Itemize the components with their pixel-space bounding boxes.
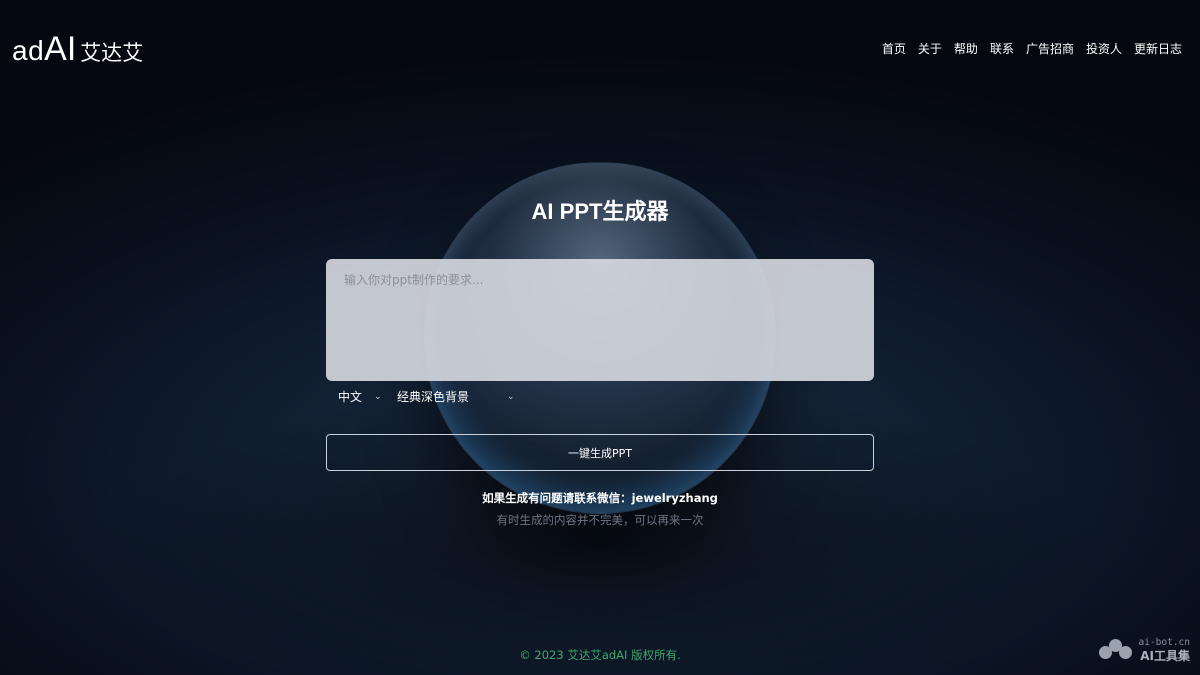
language-select-value: 中文 [338,390,363,404]
watermark-text: ai-bot.cn AI工具集 [1139,638,1190,662]
contact-info: 如果生成有问题请联系微信：jewelryzhang [482,491,718,505]
watermark-url: ai-bot.cn [1138,637,1190,648]
theme-select[interactable]: 经典深色背景 ⌄ [397,388,515,405]
chevron-down-icon: ⌄ [507,391,515,402]
options-row: 中文 ⌄ 经典深色背景 ⌄ [338,388,515,405]
logo-chinese-name: 艾达艾 [80,41,144,65]
watermark-name: AI工具集 [1140,648,1190,663]
nav-about[interactable]: 关于 [918,40,942,57]
theme-select-value: 经典深色背景 [397,390,470,404]
language-select[interactable]: 中文 ⌄ [338,388,396,405]
nav-advertising[interactable]: 广告招商 [1026,40,1074,57]
nav-contact[interactable]: 联系 [990,40,1014,57]
nav-changelog[interactable]: 更新日志 [1134,40,1182,57]
watermark-logo-icon [1098,638,1133,661]
site-logo[interactable]: ad AI 艾达艾 [12,30,143,69]
watermark: ai-bot.cn AI工具集 [1098,638,1190,662]
top-nav: 首页 关于 帮助 联系 广告招商 投资人 更新日志 [882,40,1182,57]
site-header: ad AI 艾达艾 首页 关于 帮助 联系 广告招商 投资人 更新日志 [0,0,1200,100]
nav-help[interactable]: 帮助 [954,40,978,57]
nav-home[interactable]: 首页 [882,40,906,57]
nav-investors[interactable]: 投资人 [1086,40,1122,57]
ppt-requirements-input[interactable] [326,259,874,381]
chevron-down-icon: ⌄ [374,391,382,402]
logo-ad: ad [12,35,45,66]
logo-ai: AI [44,30,77,68]
retry-note: 有时生成的内容并不完美，可以再来一次 [496,513,704,527]
footer-copyright: © 2023 艾达艾adAI 版权所有. [519,648,681,662]
generate-ppt-button[interactable]: 一键生成PPT [326,434,874,471]
page-title: AI PPT生成器 [531,199,669,224]
